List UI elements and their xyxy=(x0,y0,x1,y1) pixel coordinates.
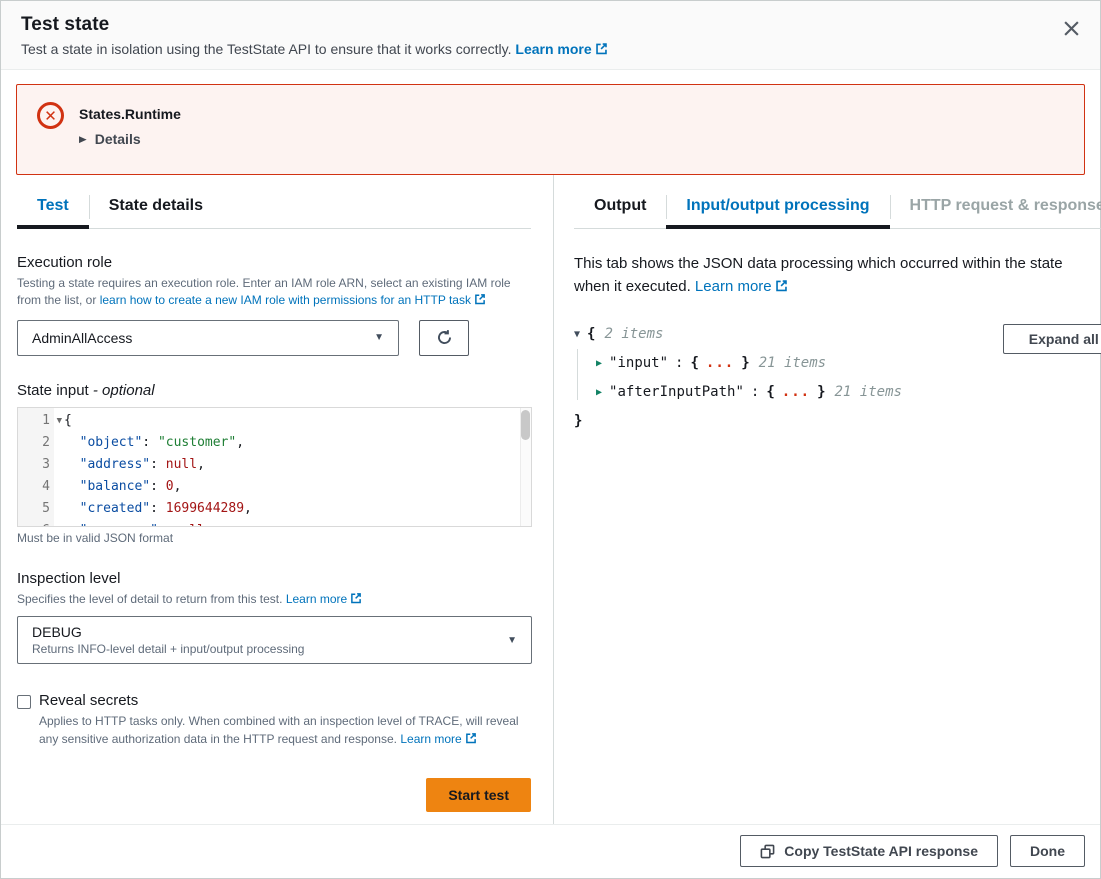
state-input-editor[interactable]: 1▼23456 { "object": "customer", "address… xyxy=(17,407,532,527)
external-link-icon xyxy=(465,732,477,744)
test-state-modal: Test state Test a state in isolation usi… xyxy=(0,0,1101,879)
tab-input-output-processing[interactable]: Input/output processing xyxy=(666,191,889,228)
error-title: States.Runtime xyxy=(79,101,181,122)
execution-role-description: Testing a state requires an execution ro… xyxy=(17,275,522,310)
refresh-icon xyxy=(436,329,453,346)
inspection-level-description: Specifies the level of detail to return … xyxy=(17,591,522,608)
inspection-level-label: Inspection level xyxy=(17,570,531,587)
line-number: 6 xyxy=(18,520,50,527)
json-tree-node[interactable]: ▶"input" : {...}21 items xyxy=(596,351,1101,375)
page-title: Test state xyxy=(21,14,1080,36)
chevron-right-icon: ▶ xyxy=(79,134,87,144)
item-count: 21 items xyxy=(835,384,902,400)
copy-icon xyxy=(760,844,775,859)
json-format-hint: Must be in valid JSON format xyxy=(17,531,531,545)
tab-state-details[interactable]: State details xyxy=(89,191,223,228)
json-tree-node[interactable]: ▶"afterInputPath" : {...}21 items xyxy=(596,380,1101,404)
tab-http-request-response: HTTP request & response xyxy=(890,191,1101,228)
right-tab-strip: OutputInput/output processingHTTP reques… xyxy=(574,191,1101,229)
results-panel: OutputInput/output processingHTTP reques… xyxy=(554,175,1101,824)
expand-all-button[interactable]: Expand all xyxy=(1003,324,1101,354)
inspection-selected-value: DEBUG xyxy=(32,624,304,640)
inspection-selected-description: Returns INFO-level detail + input/output… xyxy=(32,642,304,656)
test-panel: TestState details Execution role Testing… xyxy=(16,175,554,824)
chevron-down-icon: ▼ xyxy=(507,635,517,646)
fold-caret-icon[interactable]: ▼ xyxy=(57,410,62,432)
code-line: "currency": null xyxy=(64,520,531,527)
line-number: 2 xyxy=(18,432,50,454)
reveal-secrets-checkbox[interactable] xyxy=(17,695,31,709)
left-tab-strip: TestState details xyxy=(17,191,531,229)
chevron-collapsed-icon[interactable]: ▶ xyxy=(596,387,602,398)
editor-code-area: { "object": "customer", "address": null,… xyxy=(54,408,531,526)
execution-role-select[interactable]: AdminAllAccess ▼ xyxy=(17,320,399,356)
header-description: Test a state in isolation using the Test… xyxy=(21,41,512,57)
chevron-collapsed-icon[interactable]: ▶ xyxy=(596,358,602,369)
chevron-expanded-icon[interactable]: ▼ xyxy=(574,329,580,340)
reveal-secrets-description: Applies to HTTP tasks only. When combine… xyxy=(39,712,531,748)
editor-scrollbar-thumb[interactable] xyxy=(521,410,530,440)
external-link-icon xyxy=(350,592,362,604)
chevron-down-icon: ▼ xyxy=(374,332,384,343)
iam-role-help-link[interactable]: learn how to create a new IAM role with … xyxy=(100,293,486,307)
code-line: "created": 1699644289, xyxy=(64,498,531,520)
editor-scrollbar[interactable] xyxy=(520,408,531,526)
io-processing-description: This tab shows the JSON data processing … xyxy=(574,253,1086,298)
error-details-toggle[interactable]: ▶ Details xyxy=(79,131,181,147)
external-link-icon xyxy=(474,293,486,305)
header-learn-more-link[interactable]: Learn more xyxy=(515,41,607,57)
modal-footer: Copy TestState API response Done xyxy=(1,824,1100,878)
line-number: 4 xyxy=(18,476,50,498)
code-line: { xyxy=(64,410,531,432)
line-number: 3 xyxy=(18,454,50,476)
modal-header: Test state Test a state in isolation usi… xyxy=(1,1,1100,70)
error-icon: ✕ xyxy=(37,102,64,129)
close-icon[interactable] xyxy=(1058,15,1084,41)
start-test-button[interactable]: Start test xyxy=(426,778,531,812)
json-key: "input" xyxy=(609,355,668,371)
editor-line-numbers: 1▼23456 xyxy=(18,408,54,526)
code-line: "balance": 0, xyxy=(64,476,531,498)
refresh-roles-button[interactable] xyxy=(419,320,469,356)
json-key: "afterInputPath" xyxy=(609,384,744,400)
reveal-secrets-label: Reveal secrets xyxy=(39,692,138,709)
inspection-learn-more-link[interactable]: Learn more xyxy=(286,592,362,606)
code-line: "object": "customer", xyxy=(64,432,531,454)
json-tree-children: ▶"input" : {...}21 items▶"afterInputPath… xyxy=(574,351,1101,404)
json-tree-viewer: ▼ { 2 items ▶"input" : {...}21 items▶"af… xyxy=(574,322,1101,433)
tab-test[interactable]: Test xyxy=(17,191,89,228)
execution-role-selected-value: AdminAllAccess xyxy=(32,330,132,346)
collapsed-content-dots: ... xyxy=(782,384,810,400)
collapsed-content-dots: ... xyxy=(706,355,734,371)
inspection-level-select[interactable]: DEBUG Returns INFO-level detail + input/… xyxy=(17,616,532,664)
tab-output[interactable]: Output xyxy=(574,191,666,228)
item-count: 21 items xyxy=(759,355,826,371)
line-number: 5 xyxy=(18,498,50,520)
error-banner: ✕ States.Runtime ▶ Details xyxy=(16,84,1085,175)
item-count: 2 items xyxy=(604,326,663,342)
io-learn-more-link[interactable]: Learn more xyxy=(695,278,788,295)
state-input-label: State input - optional xyxy=(17,382,531,399)
reveal-secrets-learn-more-link[interactable]: Learn more xyxy=(400,732,476,746)
done-button[interactable]: Done xyxy=(1010,835,1085,867)
external-link-icon xyxy=(775,279,788,292)
code-line: "address": null, xyxy=(64,454,531,476)
copy-teststate-response-button[interactable]: Copy TestState API response xyxy=(740,835,998,867)
external-link-icon xyxy=(595,42,608,55)
line-number: 1▼ xyxy=(18,410,50,432)
json-tree-root-close: } xyxy=(574,409,1101,433)
execution-role-label: Execution role xyxy=(17,254,531,271)
